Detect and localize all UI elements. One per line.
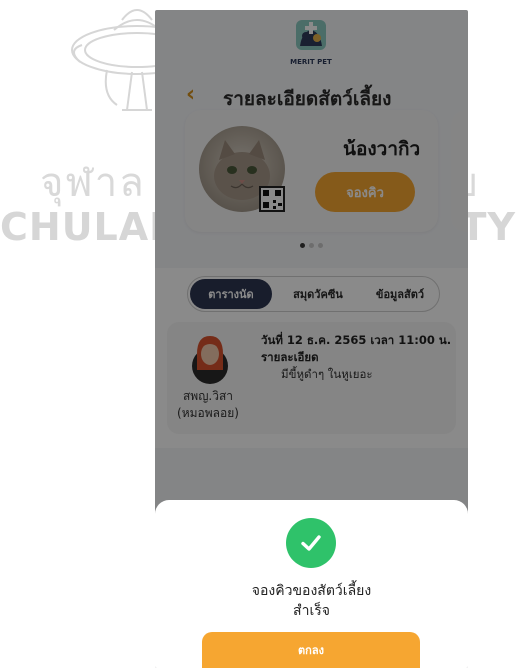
check-icon [286, 518, 336, 568]
success-message-line1: จองคิวของสัตว์เลี้ยง [251, 583, 372, 599]
ok-button[interactable]: ตกลง [202, 632, 420, 668]
phone-screen: MERIT PET ‹ รายละเอียดสัตว์เลี้ยง น้องวา… [155, 10, 468, 668]
success-bottom-sheet: จองคิวของสัตว์เลี้ยง สำเร็จ ตกลง [155, 500, 468, 668]
success-message-line2: สำเร็จ [293, 603, 330, 619]
